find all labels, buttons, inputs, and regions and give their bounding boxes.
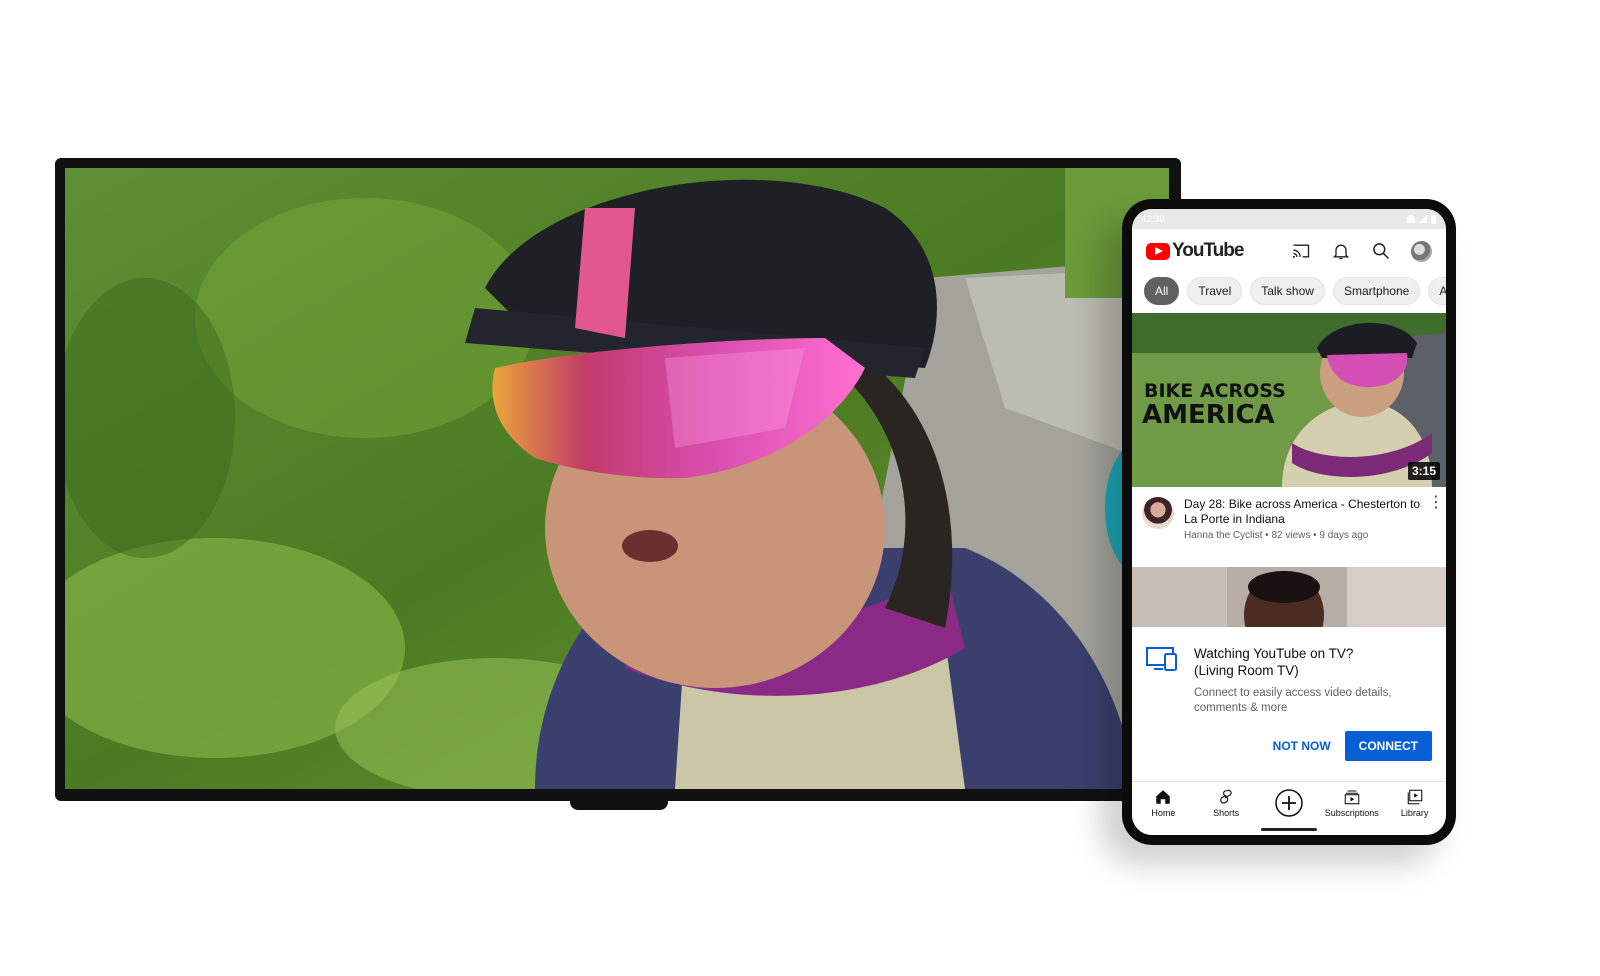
subscriptions-icon [1344, 790, 1360, 805]
prompt-text: Watching YouTube on TV? (Living Room TV)… [1194, 645, 1432, 716]
not-now-button[interactable]: NOT NOW [1273, 732, 1331, 760]
youtube-logo[interactable]: YouTube [1146, 240, 1244, 262]
prompt-description: Connect to easily access video details, … [1194, 687, 1392, 714]
chip-smartphone[interactable]: Smartphone [1332, 277, 1421, 305]
youtube-logo-text: YouTube [1172, 240, 1244, 261]
nav-home-label: Home [1151, 808, 1176, 818]
nav-shorts-label: Shorts [1213, 808, 1240, 818]
prompt-row: Watching YouTube on TV? (Living Room TV)… [1146, 645, 1432, 716]
thumbnail-title-line2: AMERICA [1142, 400, 1275, 430]
status-icons [1407, 214, 1436, 224]
status-time: 12:30 [1142, 214, 1165, 224]
upload-age: 9 days ago [1319, 530, 1369, 541]
chip-travel[interactable]: Travel [1187, 277, 1243, 305]
devices-icon [1146, 645, 1178, 716]
tv-video-frame [65, 168, 1169, 789]
prompt-title-line1: Watching YouTube on TV? [1194, 646, 1354, 661]
nav-home[interactable]: Home [1133, 788, 1193, 818]
app-bar-actions [1291, 240, 1432, 262]
nav-subscriptions[interactable]: Subscriptions [1322, 788, 1382, 818]
wifi-icon [1407, 215, 1415, 223]
nav-shorts[interactable]: Shorts [1196, 788, 1256, 818]
video-metadata[interactable]: Day 28: Bike across America - Chesterton… [1132, 487, 1446, 567]
home-icon [1156, 790, 1171, 804]
nav-library[interactable]: Library [1385, 788, 1445, 818]
channel-name: Hanna the Cyclist [1184, 530, 1263, 541]
cyclist-video-image [65, 168, 1169, 789]
home-indicator [1261, 828, 1317, 831]
signal-icon [1419, 215, 1427, 223]
connect-tv-prompt: Watching YouTube on TV? (Living Room TV)… [1132, 627, 1446, 782]
status-bar: 12:30 [1132, 209, 1446, 229]
search-icon[interactable] [1371, 241, 1391, 261]
app-bar: YouTube [1132, 229, 1446, 273]
youtube-play-icon [1146, 242, 1170, 260]
video-thumbnail[interactable]: BIKE ACROSS AMERICA 3:15 [1132, 313, 1446, 487]
more-options-icon[interactable]: ⋮ [1428, 495, 1444, 511]
create-plus-icon [1275, 789, 1303, 817]
next-video-thumbnail[interactable] [1132, 567, 1446, 627]
tv-stand [570, 796, 668, 810]
view-count: 82 views [1271, 530, 1311, 541]
nav-library-label: Library [1400, 808, 1429, 818]
thumbnail-image: BIKE ACROSS AMERICA [1132, 313, 1446, 487]
cast-icon[interactable] [1291, 241, 1311, 261]
video-subtitle: Hanna the Cyclist • 82 views • 9 days ag… [1184, 530, 1436, 541]
chip-all[interactable]: All [1144, 277, 1180, 305]
tv-display [55, 158, 1181, 801]
bottom-navigation: Home Shorts Subscriptions Library [1132, 781, 1446, 835]
prompt-actions: NOT NOW CONNECT [1146, 731, 1432, 761]
nav-create[interactable] [1259, 788, 1319, 818]
shorts-icon [1220, 789, 1232, 804]
prompt-title-line2: (Living Room TV) [1194, 663, 1299, 678]
connect-button[interactable]: CONNECT [1344, 731, 1432, 761]
video-title[interactable]: Day 28: Bike across America - Chesterton… [1184, 497, 1436, 527]
bell-icon[interactable] [1331, 241, 1351, 261]
chip-ar[interactable]: Ar [1428, 277, 1446, 305]
video-duration: 3:15 [1407, 462, 1440, 480]
nav-subscriptions-label: Subscriptions [1324, 808, 1379, 818]
phone-device: 12:30 YouTube All Travel Talk show Smart… [1122, 199, 1456, 845]
video-text: Day 28: Bike across America - Chesterton… [1184, 497, 1436, 567]
filter-chips: All Travel Talk show Smartphone Ar [1132, 273, 1446, 313]
battery-icon [1431, 214, 1436, 224]
thumbnail-title-line1: BIKE ACROSS [1144, 380, 1286, 402]
phone-screen: 12:30 YouTube All Travel Talk show Smart… [1132, 209, 1446, 835]
account-avatar[interactable] [1411, 240, 1432, 262]
library-icon [1407, 789, 1422, 805]
chip-talk-show[interactable]: Talk show [1250, 277, 1325, 305]
channel-avatar[interactable] [1142, 497, 1174, 529]
next-thumbnail-image [1132, 567, 1446, 627]
